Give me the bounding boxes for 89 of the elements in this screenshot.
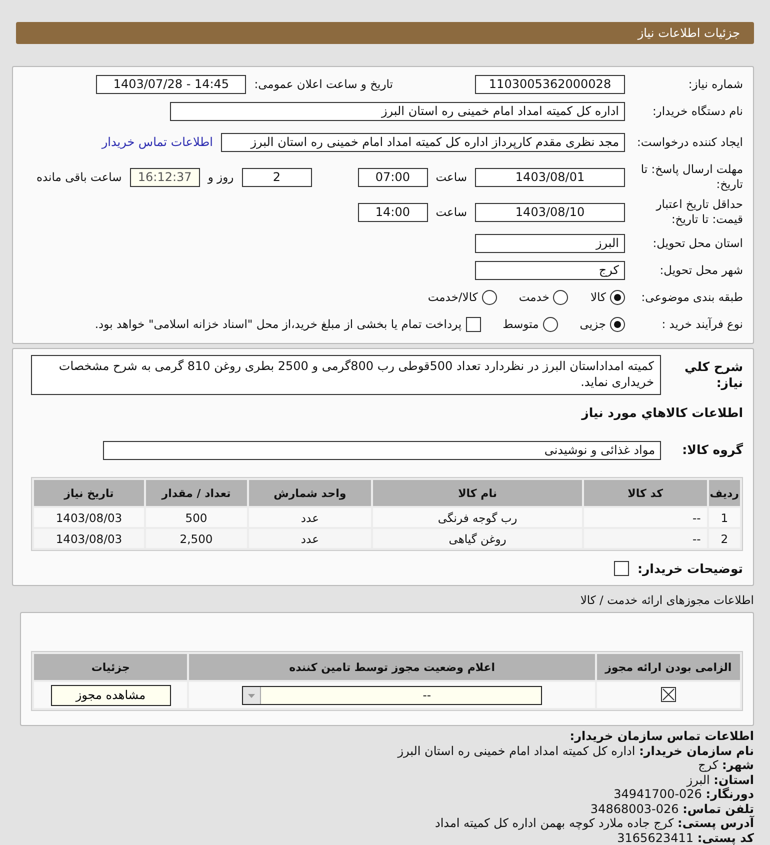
contact-value: البرز bbox=[686, 772, 710, 787]
checkbox[interactable] bbox=[660, 686, 676, 702]
contact-label: دورنگار: bbox=[706, 787, 754, 801]
field-label: نام دستگاه خریدار: bbox=[651, 104, 743, 118]
radio-label: جزیی bbox=[580, 317, 606, 331]
field-label: توضیحات خریدار: bbox=[637, 560, 743, 576]
field-label: تاریخ و ساعت اعلان عمومی: bbox=[254, 77, 393, 91]
caret-icon bbox=[243, 686, 262, 704]
radio-button[interactable] bbox=[542, 316, 558, 332]
field-label: شرح کلي نیاز: bbox=[684, 358, 743, 392]
table-cell: عدد bbox=[248, 508, 372, 527]
remaining-time-field: 16:12:37 bbox=[130, 168, 200, 186]
table-cell: -- bbox=[584, 529, 707, 548]
contact-value: کرج bbox=[698, 758, 718, 772]
column-header: واحد شمارش bbox=[248, 480, 372, 506]
dropdown-value: -- bbox=[422, 688, 432, 702]
buyer-contact-link[interactable]: اطلاعات تماس خریدار bbox=[102, 135, 213, 149]
column-header: کد کالا bbox=[584, 480, 707, 506]
table-cell: روغن گیاهی bbox=[373, 529, 582, 548]
buyer-name-field: اداره کل کمیته امداد امام خمینی ره استان البرز bbox=[170, 102, 625, 120]
section-title: اطلاعات تماس سازمان خریدار: bbox=[570, 729, 754, 743]
table-cell: -- bbox=[584, 508, 707, 527]
contact-label: نام سازمان خریدار: bbox=[639, 744, 754, 758]
radio-button[interactable] bbox=[610, 316, 625, 332]
field-label: نوع فرآیند خرید : bbox=[660, 316, 743, 332]
table-cell: 1403/08/03 bbox=[34, 529, 144, 548]
time-label: ساعت bbox=[436, 170, 467, 184]
column-header: ردیف bbox=[708, 480, 740, 506]
field-label: ایجاد کننده درخواست: bbox=[636, 134, 743, 150]
contact-value: 34941700-026 bbox=[614, 787, 702, 802]
days-label: روز و bbox=[208, 170, 234, 184]
field-label: استان محل تحویل: bbox=[652, 236, 743, 250]
table-cell: 1 bbox=[708, 508, 740, 527]
days-field: 2 bbox=[242, 168, 312, 186]
validity-date-field: 1403/08/10 bbox=[475, 202, 625, 222]
radio-label: خدمت bbox=[518, 290, 550, 304]
description-field: کمیته امداداستان البرز در نظردارد تعداد 500قوطی رب 800گرمی و 2500 بطری روغن 810 گرمی به شرح مشخصات خریداری نماید. bbox=[31, 355, 661, 395]
validity-time-field: 14:00 bbox=[358, 202, 428, 222]
requester-field: مجد نظری مقدم کارپرداز اداره کل کمیته امداد امام خمینی ره استان البرز bbox=[221, 132, 625, 152]
field-label: گروه کالا: bbox=[681, 442, 743, 458]
checkbox-label: پرداخت تمام یا بخشی از مبلغ خرید،از محل "اسناد خزانه اسلامی" خواهد بود. bbox=[94, 317, 462, 331]
city-field: کرج bbox=[475, 260, 625, 280]
need-number-field: 1103005362000028 bbox=[475, 74, 625, 94]
section-title: اطلاعات مجوزهای ارائه خدمت / کالا bbox=[580, 593, 754, 607]
contact-label: آدرس پستی: bbox=[678, 816, 754, 830]
province-field: البرز bbox=[475, 234, 625, 252]
checkbox[interactable] bbox=[614, 560, 630, 576]
table-cell: 2 bbox=[708, 529, 740, 548]
contact-label: کد پستی: bbox=[697, 830, 754, 844]
column-header: الزامی بودن ارائه مجوز bbox=[596, 654, 740, 680]
radio-button[interactable] bbox=[610, 290, 625, 304]
field-label: طبقه بندی موضوعی: bbox=[640, 290, 743, 304]
radio-label: کالا/خدمت bbox=[428, 290, 478, 304]
field-label: شهر محل تحویل: bbox=[658, 262, 743, 278]
table-cell: 2,500 bbox=[146, 529, 247, 548]
table-cell: عدد bbox=[248, 529, 372, 548]
contact-label: تلفن تماس: bbox=[682, 802, 754, 816]
column-header: تاریخ نیاز bbox=[34, 480, 144, 506]
contact-label: استان: bbox=[714, 772, 754, 786]
time-label: ساعت bbox=[436, 205, 467, 219]
status-dropdown[interactable]: -- bbox=[242, 686, 542, 704]
table-cell: 500 bbox=[146, 508, 247, 527]
field-label: حداقل تاریخ اعتبار قیمت: تا تاریخ: bbox=[654, 197, 743, 227]
contact-value: کرج جاده ملارد کوچه بهمن اداره کل کمیته امداد bbox=[434, 816, 674, 830]
radio-button[interactable] bbox=[553, 290, 568, 304]
column-header: تعداد / مقدار bbox=[146, 480, 247, 506]
reply-date-field: 1403/08/01 bbox=[475, 168, 625, 186]
header-title: جزئیات اطلاعات نیاز bbox=[638, 26, 740, 40]
column-header: نام کالا bbox=[373, 480, 582, 506]
radio-label: متوسط bbox=[502, 317, 539, 331]
radio-button[interactable] bbox=[482, 290, 497, 304]
announce-date-field: 1403/07/28 - 14:45 bbox=[96, 74, 246, 94]
contact-value: 3165623411 bbox=[617, 830, 694, 845]
table-cell: 1403/08/03 bbox=[34, 508, 144, 527]
field-label: مهلت ارسال پاسخ: تا تاریخ: bbox=[640, 162, 743, 192]
contact-value: 34868003-026 bbox=[590, 802, 679, 816]
radio-label: کالا bbox=[590, 290, 606, 304]
checkbox[interactable] bbox=[466, 316, 481, 332]
remaining-label: ساعت باقی مانده bbox=[36, 170, 122, 184]
section-title: اطلاعات کالاهاي مورد نیاز bbox=[582, 404, 743, 420]
goods-group-field: مواد غذائی و نوشیدنی bbox=[103, 440, 661, 460]
contact-label: شهر: bbox=[722, 758, 754, 772]
view-permit-button[interactable]: مشاهده مجوز bbox=[50, 684, 171, 706]
field-label: شماره نیاز: bbox=[687, 76, 743, 92]
reply-time-field: 07:00 bbox=[358, 168, 428, 186]
table-cell: رب گوجه فرنگی bbox=[373, 508, 582, 527]
column-header: اعلام وضعیت مجوز توسط تامین کننده bbox=[189, 654, 595, 680]
column-header: جزئیات bbox=[34, 654, 188, 680]
contact-value: اداره کل کمیته امداد امام خمینی ره استان البرز bbox=[398, 744, 636, 758]
